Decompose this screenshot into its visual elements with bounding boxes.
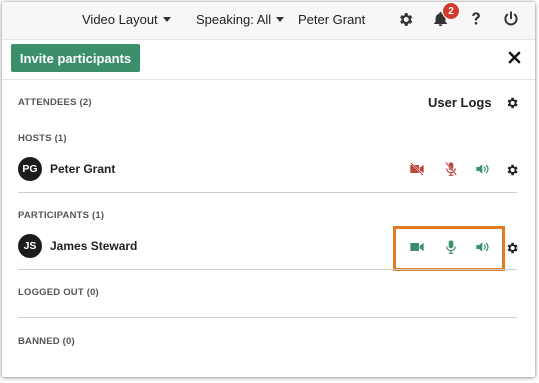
section-divider [18,269,517,270]
avatar: PG [18,157,42,181]
speaking-filter-label: Speaking: All [196,11,272,27]
participants-panel: Video Layout Speaking: All Peter Grant 2… [2,2,535,377]
user-logs-link[interactable]: User Logs [428,95,492,110]
mic-off-icon[interactable] [442,160,460,178]
speaking-filter-dropdown[interactable]: Speaking: All [196,2,285,36]
settings-gear-icon[interactable] [395,9,415,29]
logged-out-heading: LOGGED OUT (0) [18,287,99,298]
help-question-icon[interactable] [466,9,486,29]
power-icon[interactable] [501,9,521,29]
video-layout-label: Video Layout [82,11,158,27]
host-row-peter-grant: PG Peter Grant [18,157,518,183]
speaker-on-icon[interactable] [474,160,492,178]
section-divider [18,317,517,318]
chevron-down-icon [162,16,171,22]
participant-settings-gear-icon[interactable] [504,240,520,256]
header-divider [2,79,535,80]
close-icon[interactable] [504,47,524,67]
video-layout-dropdown[interactable]: Video Layout [82,2,171,36]
current-user-menu[interactable]: Peter Grant [298,2,365,36]
video-off-icon[interactable] [408,160,426,178]
participant-name: James Steward [50,239,138,253]
attendees-heading: ATTENDEES (2) [18,97,92,108]
top-bar: Video Layout Speaking: All Peter Grant 2 [2,2,535,40]
current-user-name: Peter Grant [298,11,366,27]
banned-heading: BANNED (0) [18,336,75,347]
invite-participants-button[interactable]: Invite participants [11,44,140,72]
host-settings-gear-icon[interactable] [504,162,520,178]
section-divider [18,192,517,193]
host-name: Peter Grant [50,162,116,176]
attendees-settings-gear-icon[interactable] [504,95,520,111]
chevron-down-icon [276,16,285,22]
notification-count-badge: 2 [442,2,460,20]
avatar: JS [18,234,42,258]
media-controls-highlight [393,226,505,271]
hosts-heading: HOSTS (1) [18,133,67,144]
participants-heading: PARTICIPANTS (1) [18,210,105,221]
